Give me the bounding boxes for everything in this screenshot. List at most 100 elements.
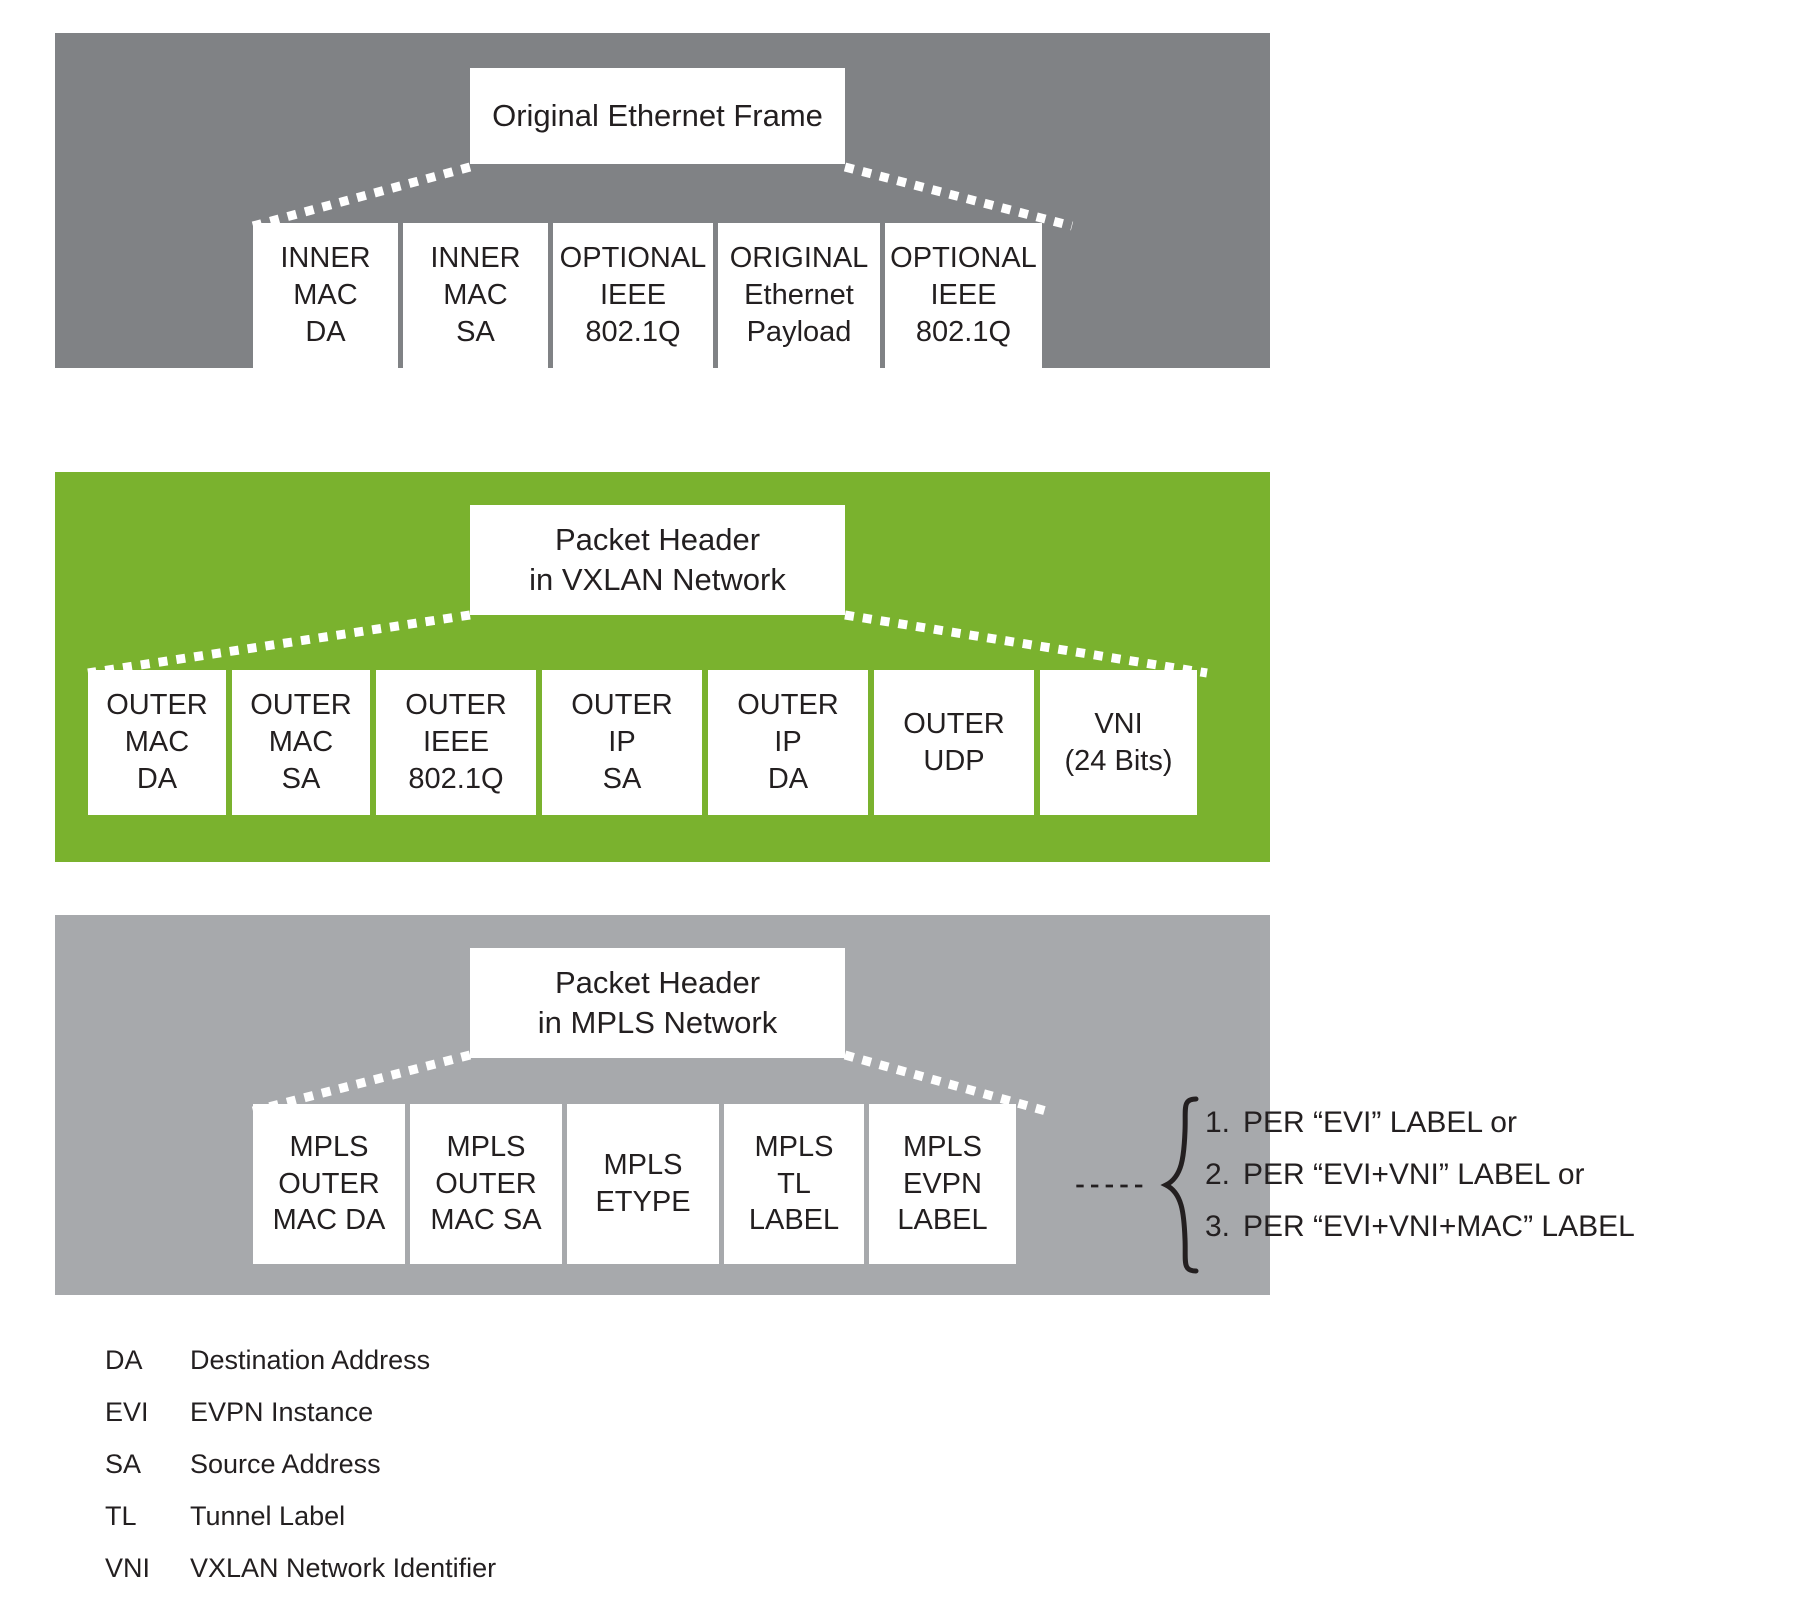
field-line: LABEL [748, 1204, 840, 1237]
callout-item-number: 3. [1205, 1210, 1231, 1243]
field-box: OUTER MAC SA [232, 670, 370, 815]
field-line: 802.1Q [408, 762, 504, 795]
field-line: OPTIONAL [890, 242, 1037, 275]
field-line: MAC [443, 279, 508, 312]
field-line: DA [136, 762, 178, 795]
field-line: ETYPE [595, 1186, 691, 1218]
legend-definition: VXLAN Network Identifier [190, 1553, 497, 1583]
field-line: Payload [746, 315, 852, 348]
field-box: VNI (24 Bits) [1040, 670, 1197, 815]
field-box: ORIGINAL Ethernet Payload [718, 223, 880, 368]
field-line: OUTER [903, 707, 1005, 740]
field-box: OUTER IEEE 802.1Q [376, 670, 536, 815]
callout-item-text: PER “EVI+VNI” LABEL or [1243, 1158, 1585, 1191]
field-line: ORIGINAL [729, 242, 869, 275]
field-line: MPLS [903, 1130, 982, 1163]
curly-brace-icon [1160, 1096, 1199, 1274]
callout-leader-line [1076, 1184, 1150, 1188]
section-title-line: in MPLS Network [537, 1005, 778, 1040]
field-line: IEEE [422, 726, 490, 759]
field-line: MPLS [446, 1130, 526, 1163]
field-line: IEEE [930, 279, 997, 312]
field-line: OUTER [106, 689, 208, 722]
field-line: MAC [124, 726, 190, 759]
field-line: MPLS [754, 1130, 834, 1163]
field-box: MPLS ETYPE [567, 1104, 719, 1264]
legend-definition: Destination Address [190, 1345, 431, 1375]
field-line: INNER [430, 242, 521, 275]
section-title-line: in VXLAN Network [529, 562, 786, 597]
field-line: DA [305, 315, 346, 348]
field-line: OUTER [278, 1167, 380, 1200]
field-box: MPLS OUTER MAC DA [253, 1104, 405, 1264]
field-box: INNER MAC DA [253, 223, 398, 368]
callout-item-text: PER “EVI” LABEL or [1243, 1106, 1517, 1139]
field-line: IP [774, 726, 802, 759]
diagram-canvas: Original Ethernet Frame INNER MAC DA INN… [0, 0, 1801, 1618]
field-box: OUTER IP SA [542, 670, 702, 815]
section-title-ethernet: Original Ethernet Frame [470, 68, 845, 164]
field-row-vxlan: OUTER MAC DA OUTER MAC SA OUTER IEEE 802… [88, 670, 1207, 815]
field-line: MPLS [603, 1149, 683, 1182]
field-box: OUTER UDP [874, 670, 1034, 815]
field-line: TL [777, 1167, 811, 1200]
legend-row: DA Destination Address [105, 1345, 805, 1397]
field-line: SA [456, 315, 495, 348]
section-title-mpls: Packet Header in MPLS Network [470, 948, 845, 1058]
legend-definition: EVPN Instance [190, 1397, 374, 1427]
field-line: MAC SA [430, 1204, 542, 1237]
field-line: Ethernet [744, 279, 854, 312]
legend-row: SA Source Address [105, 1449, 805, 1501]
field-box: MPLS OUTER MAC SA [410, 1104, 562, 1264]
field-line: 802.1Q [585, 315, 681, 348]
legend-row: TL Tunnel Label [105, 1501, 805, 1553]
field-line: OUTER [435, 1167, 537, 1200]
legend-abbreviation: TL [105, 1501, 137, 1531]
section-title-line: Packet Header [554, 964, 761, 1000]
field-line: UDP [923, 744, 985, 777]
section-title-line: Packet Header [554, 521, 761, 557]
callout-item: 3. PER “EVI+VNI+MAC” LABEL [1205, 1212, 1765, 1264]
field-box: MPLS TL LABEL [724, 1104, 864, 1264]
field-line: OPTIONAL [559, 242, 707, 275]
field-line: LABEL [897, 1204, 988, 1237]
callout-item: 2. PER “EVI+VNI” LABEL or [1205, 1160, 1765, 1212]
field-line: SA [281, 762, 321, 795]
field-row-ethernet: INNER MAC DA INNER MAC SA OPTIONAL IEEE … [253, 223, 1072, 368]
field-box: INNER MAC SA [403, 223, 548, 368]
field-box: MPLS EVPN LABEL [869, 1104, 1016, 1264]
field-line: MAC DA [272, 1204, 386, 1237]
field-box: OUTER MAC DA [88, 670, 226, 815]
field-line: MAC [293, 279, 358, 312]
field-line: EVPN [903, 1167, 982, 1200]
legend-definition: Source Address [190, 1449, 381, 1479]
field-line: OUTER [571, 689, 673, 722]
legend-abbreviation: DA [105, 1345, 143, 1375]
field-line: SA [602, 762, 642, 795]
field-line: IEEE [599, 279, 667, 312]
field-line: OUTER [405, 689, 507, 722]
field-box: OUTER IP DA [708, 670, 868, 815]
field-line: OUTER [737, 689, 839, 722]
legend-abbreviation: VNI [105, 1553, 151, 1583]
field-line: INNER [280, 242, 371, 275]
callout-item: 1. PER “EVI” LABEL or [1205, 1108, 1765, 1160]
legend-definition: Tunnel Label [190, 1501, 346, 1531]
field-line: MAC [268, 726, 334, 759]
field-box: OPTIONAL IEEE 802.1Q [885, 223, 1042, 368]
field-line: MPLS [289, 1130, 369, 1163]
field-box: OPTIONAL IEEE 802.1Q [553, 223, 713, 368]
legend-abbreviation: SA [105, 1449, 142, 1479]
callout-item-text: PER “EVI+VNI+MAC” LABEL [1243, 1210, 1635, 1243]
callout-item-number: 2. [1205, 1158, 1231, 1191]
field-line: 802.1Q [915, 315, 1012, 348]
field-line: OUTER [250, 689, 352, 722]
section-title-vxlan: Packet Header in VXLAN Network [470, 505, 845, 615]
callout-item-number: 1. [1205, 1106, 1231, 1139]
field-row-mpls: MPLS OUTER MAC DA MPLS OUTER MAC SA MPLS… [253, 1104, 1046, 1264]
abbreviation-legend: DA Destination Address EVI EVPN Instance… [105, 1345, 805, 1605]
legend-abbreviation: EVI [105, 1397, 149, 1427]
field-line: DA [767, 762, 809, 795]
legend-row: VNI VXLAN Network Identifier [105, 1553, 805, 1605]
section-title-line: Original Ethernet Frame [492, 97, 823, 133]
